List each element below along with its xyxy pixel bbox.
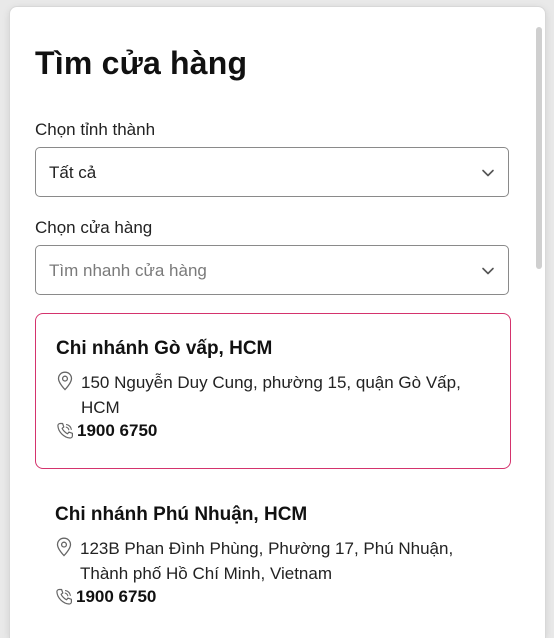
- phone-icon: [56, 588, 72, 605]
- store-select-label: Chọn cửa hàng: [35, 218, 153, 237]
- store-phone: 1900 6750: [76, 587, 157, 606]
- store-finder-panel: Tìm cửa hàng Chọn tỉnh thành Tất cả Chọn…: [9, 6, 546, 638]
- store-name: Chi nhánh Gò vấp, HCM: [56, 338, 273, 359]
- scrollbar[interactable]: [535, 7, 544, 638]
- store-card-go-vap[interactable]: Chi nhánh Gò vấp, HCM 150 Nguyễn Duy Cun…: [35, 313, 511, 469]
- province-selected-value: Tất cả: [49, 163, 97, 182]
- province-label: Chọn tỉnh thành: [35, 120, 156, 139]
- page-title: Tìm cửa hàng: [35, 45, 248, 81]
- map-pin-icon: [56, 537, 72, 557]
- store-select-placeholder: Tìm nhanh cửa hàng: [49, 261, 207, 280]
- store-select[interactable]: Tìm nhanh cửa hàng: [35, 245, 509, 295]
- chevron-down-icon: [482, 267, 494, 275]
- phone-icon: [57, 422, 73, 439]
- store-address: 150 Nguyễn Duy Cung, phường 15, quận Gò …: [81, 373, 461, 417]
- store-card-phu-nhuan[interactable]: Chi nhánh Phú Nhuận, HCM 123B Phan Đình …: [35, 480, 511, 636]
- store-address: 123B Phan Đình Phùng, Phường 17, Phú Nhu…: [80, 539, 454, 583]
- province-select[interactable]: Tất cả: [35, 147, 509, 197]
- store-phone: 1900 6750: [77, 421, 158, 440]
- chevron-down-icon: [482, 169, 494, 177]
- store-name: Chi nhánh Phú Nhuận, HCM: [55, 504, 308, 525]
- scrollbar-thumb[interactable]: [536, 27, 542, 269]
- map-pin-icon: [57, 371, 73, 391]
